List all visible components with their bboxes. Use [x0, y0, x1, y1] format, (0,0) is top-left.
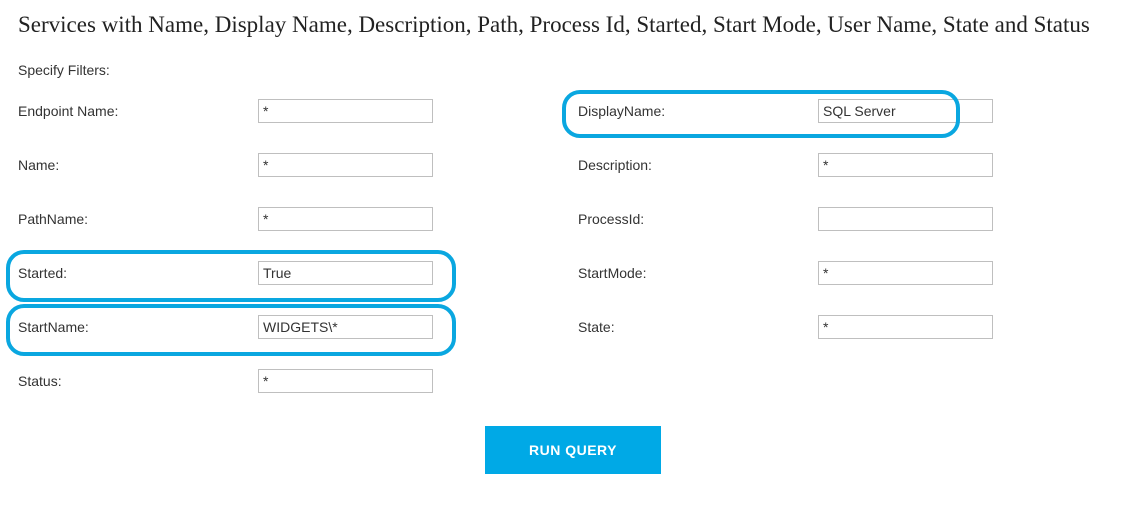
startmode-input[interactable]: [818, 261, 993, 285]
status-input[interactable]: [258, 369, 433, 393]
filters-column-left: Endpoint Name: Name: PathName: Started: …: [18, 84, 468, 408]
filters-column-right: DisplayName: Description: ProcessId: Sta…: [578, 84, 1028, 408]
started-label: Started:: [18, 265, 258, 281]
pathname-input[interactable]: [258, 207, 433, 231]
started-input[interactable]: [258, 261, 433, 285]
pathname-label: PathName:: [18, 211, 258, 227]
status-label: Status:: [18, 373, 258, 389]
specify-filters-label: Specify Filters:: [0, 38, 1146, 84]
startmode-label: StartMode:: [578, 265, 818, 281]
processid-input[interactable]: [818, 207, 993, 231]
displayname-label: DisplayName:: [578, 103, 818, 119]
displayname-input[interactable]: [818, 99, 993, 123]
startname-input[interactable]: [258, 315, 433, 339]
run-query-button[interactable]: RUN QUERY: [485, 426, 661, 474]
name-input[interactable]: [258, 153, 433, 177]
endpoint-name-label: Endpoint Name:: [18, 103, 258, 119]
state-label: State:: [578, 319, 818, 335]
startname-label: StartName:: [18, 319, 258, 335]
page-title: Services with Name, Display Name, Descri…: [0, 0, 1146, 38]
name-label: Name:: [18, 157, 258, 173]
endpoint-name-input[interactable]: [258, 99, 433, 123]
description-input[interactable]: [818, 153, 993, 177]
processid-label: ProcessId:: [578, 211, 818, 227]
filters-form: Endpoint Name: Name: PathName: Started: …: [0, 84, 1146, 478]
description-label: Description:: [578, 157, 818, 173]
state-input[interactable]: [818, 315, 993, 339]
